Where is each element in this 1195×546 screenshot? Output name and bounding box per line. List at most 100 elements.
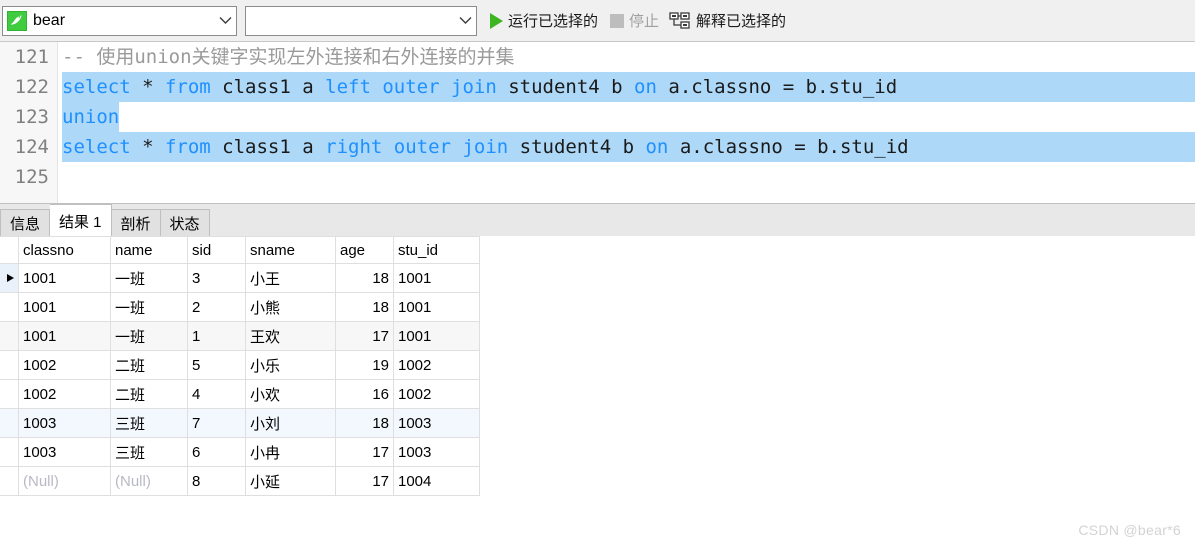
cell-sname[interactable]: 小乐	[245, 350, 336, 380]
cell-name[interactable]: 一班	[110, 263, 188, 293]
sql-editor[interactable]: 121 122 123 124 125 -- 使用union关键字实现左外连接和右外连接…	[0, 41, 1195, 204]
cell-sid[interactable]: 5	[187, 350, 246, 380]
code-line[interactable]: select * from class1 a right outer join …	[62, 132, 909, 162]
stop-button[interactable]: 停止	[604, 6, 665, 36]
cell-name[interactable]: (Null)	[110, 466, 188, 496]
cell-stu_id[interactable]: 1002	[393, 350, 480, 380]
table-row[interactable]: 1003 三班 7 小刘 18 1003	[0, 408, 480, 438]
connection-select[interactable]: bear	[2, 5, 237, 36]
cell-name[interactable]: 三班	[110, 408, 188, 438]
tab-label: 信息	[10, 216, 41, 233]
cell-stu_id[interactable]: 1001	[393, 263, 480, 293]
table-row[interactable]: 1002 二班 5 小乐 19 1002	[0, 350, 480, 380]
column-header-sid[interactable]: sid	[187, 236, 246, 264]
table-row[interactable]: 1001 一班 1 王欢 17 1001	[0, 321, 480, 351]
cell-value: 1003	[398, 443, 432, 461]
cell-sid[interactable]: 1	[187, 321, 246, 351]
tab-info[interactable]: 信息	[0, 209, 51, 237]
cell-stu_id[interactable]: 1004	[393, 466, 480, 496]
row-indicator[interactable]	[0, 379, 19, 409]
table-row[interactable]: 1002 二班 4 小欢 16 1002	[0, 379, 480, 409]
column-header-age[interactable]: age	[335, 236, 394, 264]
line-number: 122	[14, 76, 49, 98]
cell-age[interactable]: 18	[335, 263, 394, 293]
selection-highlight	[909, 132, 1195, 162]
cell-age[interactable]: 18	[335, 408, 394, 438]
code-line[interactable]: select * from class1 a left outer join s…	[62, 72, 898, 102]
cell-classno[interactable]: 1001	[18, 321, 111, 351]
cell-stu_id[interactable]: 1001	[393, 292, 480, 322]
cell-name[interactable]: 一班	[110, 292, 188, 322]
cell-classno[interactable]: 1001	[18, 292, 111, 322]
database-select[interactable]	[245, 5, 477, 36]
column-header-sname[interactable]: sname	[245, 236, 336, 264]
cell-sid[interactable]: 4	[187, 379, 246, 409]
cell-value: 小刘	[250, 415, 281, 433]
row-indicator[interactable]	[0, 408, 19, 438]
cell-sname[interactable]: 小刘	[245, 408, 336, 438]
cell-age[interactable]: 17	[335, 321, 394, 351]
cell-sname[interactable]: 小熊	[245, 292, 336, 322]
table-row[interactable]: 1001 一班 3 小王 18 1001	[0, 263, 480, 293]
row-indicator[interactable]	[0, 350, 19, 380]
row-indicator[interactable]	[0, 292, 19, 322]
cell-name[interactable]: 二班	[110, 379, 188, 409]
result-grid[interactable]: classno name sid sname age stu_id 1001 一班 3 小王 18…	[0, 236, 1195, 546]
cell-value: 小延	[250, 473, 281, 491]
row-indicator[interactable]	[0, 263, 19, 293]
cell-age[interactable]: 16	[335, 379, 394, 409]
tab-profile[interactable]: 剖析	[111, 209, 161, 237]
cell-sname[interactable]: 小王	[245, 263, 336, 293]
column-header-stu_id[interactable]: stu_id	[393, 236, 480, 264]
cell-sname[interactable]: 王欢	[245, 321, 336, 351]
explain-selected-button[interactable]: 解释已选择的	[665, 6, 792, 36]
cell-stu_id[interactable]: 1002	[393, 379, 480, 409]
column-header-name[interactable]: name	[110, 236, 188, 264]
row-indicator[interactable]	[0, 466, 19, 496]
cell-age[interactable]: 18	[335, 292, 394, 322]
cell-sname[interactable]: 小欢	[245, 379, 336, 409]
cell-sname[interactable]: 小冉	[245, 437, 336, 467]
tab-result-1[interactable]: 结果 1	[50, 204, 112, 237]
cell-sid[interactable]: 8	[187, 466, 246, 496]
table-row[interactable]: 1001 一班 2 小熊 18 1001	[0, 292, 480, 322]
cell-sid[interactable]: 7	[187, 408, 246, 438]
cell-age[interactable]: 19	[335, 350, 394, 380]
cell-classno[interactable]: (Null)	[18, 466, 111, 496]
cell-stu_id[interactable]: 1003	[393, 408, 480, 438]
cell-name[interactable]: 一班	[110, 321, 188, 351]
cell-stu_id[interactable]: 1001	[393, 321, 480, 351]
cell-sname[interactable]: 小延	[245, 466, 336, 496]
cell-classno[interactable]: 1003	[18, 408, 111, 438]
cell-value: 1001	[23, 269, 57, 287]
cell-sid[interactable]: 2	[187, 292, 246, 322]
row-indicator[interactable]	[0, 321, 19, 351]
cell-sid[interactable]: 6	[187, 437, 246, 467]
cell-classno[interactable]: 1001	[18, 263, 111, 293]
code-token: on	[645, 136, 669, 158]
cell-classno[interactable]: 1002	[18, 350, 111, 380]
cell-age[interactable]: 17	[335, 437, 394, 467]
cell-sid[interactable]: 3	[187, 263, 246, 293]
cell-value: 1003	[23, 414, 57, 432]
code-token: class1 a	[210, 76, 326, 98]
tab-status[interactable]: 状态	[160, 209, 210, 237]
chevron-down-icon[interactable]	[454, 7, 476, 35]
cell-name[interactable]: 三班	[110, 437, 188, 467]
cell-age[interactable]: 17	[335, 466, 394, 496]
run-selected-label: 运行已选择的	[508, 13, 599, 30]
code-token: from	[164, 76, 211, 98]
table-row[interactable]: (Null) (Null) 8 小延 17 1004	[0, 466, 480, 496]
row-indicator[interactable]	[0, 437, 19, 467]
tabstrip-filler	[209, 208, 1195, 237]
code-line[interactable]: -- 使用union关键字实现左外连接和右外连接的并集	[62, 42, 515, 72]
cell-classno[interactable]: 1003	[18, 437, 111, 467]
cell-stu_id[interactable]: 1003	[393, 437, 480, 467]
column-header-classno[interactable]: classno	[18, 236, 111, 264]
cell-classno[interactable]: 1002	[18, 379, 111, 409]
result-tabstrip: 信息 结果 1 剖析 状态	[0, 203, 1195, 237]
cell-name[interactable]: 二班	[110, 350, 188, 380]
table-row[interactable]: 1003 三班 6 小冉 17 1003	[0, 437, 480, 467]
chevron-down-icon[interactable]	[214, 7, 236, 35]
run-selected-button[interactable]: 运行已选择的	[485, 6, 604, 36]
